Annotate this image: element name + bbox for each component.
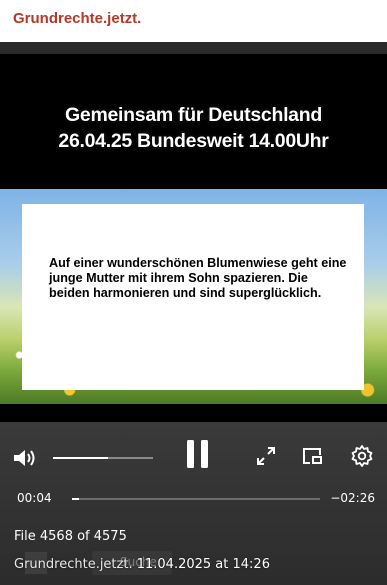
player-controls: 00:04 −02:26 File 4568 of 4575 Suche Gru… [0,422,387,585]
time-current: 00:04 [17,491,52,505]
site-title[interactable]: Grundrechte.jetzt. [13,10,141,27]
video-banner: Gemeinsam für Deutschland 26.04.25 Bunde… [0,54,387,189]
fullscreen-icon[interactable] [254,444,278,472]
banner-line-1: Gemeinsam für Deutschland [65,104,322,126]
volume-icon[interactable] [12,446,40,474]
time-remaining: −02:26 [330,491,375,505]
caption-card: Auf einer wunderschönen Blumenwiese geht… [22,204,364,390]
caption-text: Auf einer wunderschönen Blumenwiese geht… [49,256,347,300]
volume-slider-fill [53,457,108,459]
video-frame[interactable]: Gemeinsam für Deutschland 26.04.25 Bunde… [0,54,387,434]
site-header: Grundrechte.jetzt. [0,0,387,42]
pause-icon[interactable] [185,438,211,474]
upload-date: 11.04.2025 at 14:26 [136,557,270,572]
seek-bar-fill [72,498,80,500]
gear-icon[interactable] [350,444,374,472]
volume-slider[interactable] [53,457,153,459]
video-player[interactable]: Gemeinsam für Deutschland 26.04.25 Bunde… [0,42,387,585]
banner-line-2: 26.04.25 Bundesweit 14.00Uhr [58,130,329,152]
meta-line: Grundrechte.jetzt. 11.04.2025 at 14:26 [14,557,270,572]
uploader-name[interactable]: Grundrechte.jetzt. [14,557,133,572]
seek-bar[interactable] [72,498,320,500]
picture-in-picture-icon[interactable] [300,444,324,472]
